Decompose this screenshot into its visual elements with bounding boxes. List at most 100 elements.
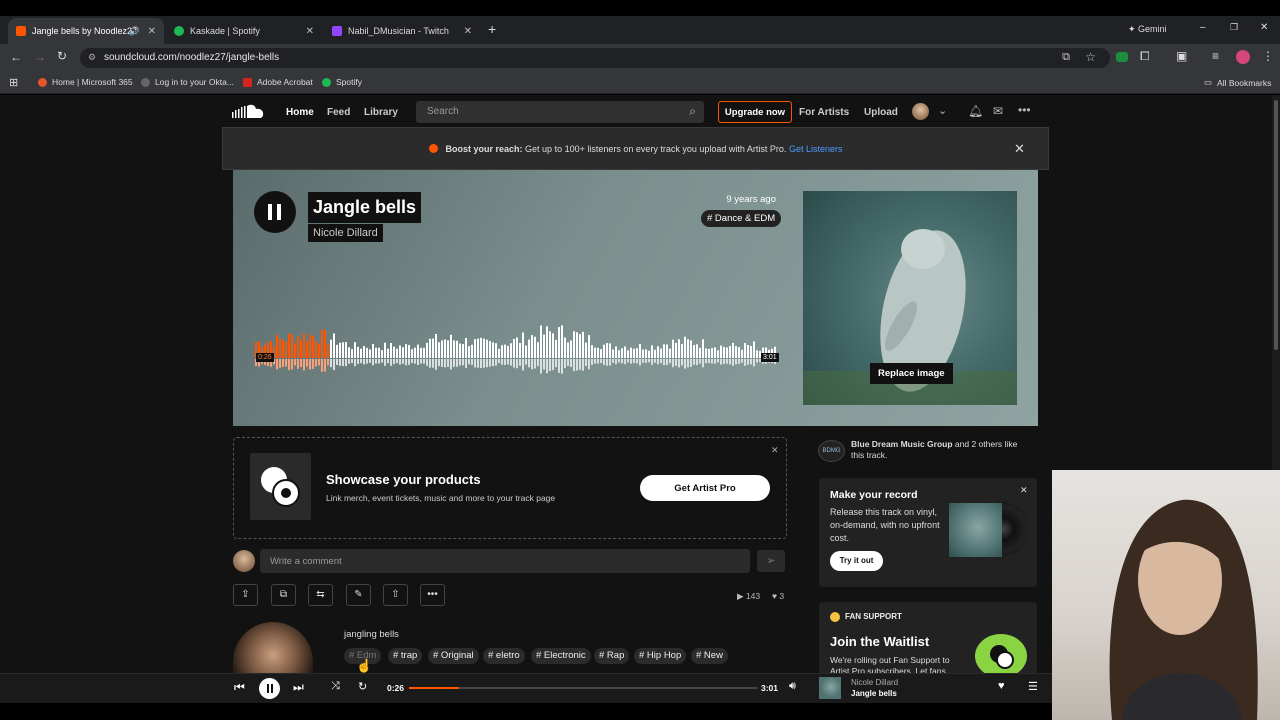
waveform-bar-reflection[interactable] xyxy=(429,359,431,368)
waveform-bar[interactable] xyxy=(612,349,614,358)
waveform-bar-reflection[interactable] xyxy=(360,359,362,364)
waveform-bar-reflection[interactable] xyxy=(576,359,578,371)
waveform-bar[interactable] xyxy=(555,339,557,358)
waveform-bar[interactable] xyxy=(600,349,602,358)
waveform-bar-reflection[interactable] xyxy=(315,359,317,367)
genre-tag[interactable]: # Dance & EDM xyxy=(701,210,782,227)
waveform-bar[interactable] xyxy=(297,336,299,358)
waveform-bar[interactable] xyxy=(510,343,512,358)
waveform-bar[interactable] xyxy=(381,350,383,358)
waveform-bar-reflection[interactable] xyxy=(693,359,695,365)
nav-feed[interactable]: Feed xyxy=(327,107,350,118)
close-icon[interactable]: ✕ xyxy=(1014,141,1025,157)
waveform-bar-reflection[interactable] xyxy=(603,359,605,365)
waveform-bar[interactable] xyxy=(537,342,539,358)
more-icon[interactable]: ••• xyxy=(1018,103,1031,117)
waveform-bar-reflection[interactable] xyxy=(351,359,353,364)
waveform-bar[interactable] xyxy=(465,337,467,358)
waveform-bar[interactable] xyxy=(363,345,365,358)
heart-icon[interactable]: ♥ xyxy=(998,680,1005,692)
waveform-bar-reflection[interactable] xyxy=(717,359,719,363)
waveform-bar[interactable] xyxy=(732,342,734,358)
waveform-bar-reflection[interactable] xyxy=(606,359,608,366)
waveform-bar[interactable] xyxy=(639,343,641,358)
waveform-bar[interactable] xyxy=(348,347,350,358)
waveform-bar-reflection[interactable] xyxy=(384,359,386,366)
waveform-bar[interactable] xyxy=(279,338,281,358)
waveform-bar-reflection[interactable] xyxy=(492,359,494,367)
repost-button[interactable]: ⇆ xyxy=(308,584,333,606)
waveform-bar-reflection[interactable] xyxy=(621,359,623,364)
extension-icon[interactable] xyxy=(1116,52,1128,62)
waveform-bar-reflection[interactable] xyxy=(609,359,611,366)
waveform-bar-reflection[interactable] xyxy=(732,359,734,366)
add-to-next-button[interactable]: ⇧ xyxy=(383,584,408,606)
waveform-bar[interactable] xyxy=(627,350,629,358)
waveform-bar[interactable] xyxy=(417,344,419,358)
waveform-bar-reflection[interactable] xyxy=(366,359,368,364)
waveform-bar-reflection[interactable] xyxy=(507,359,509,365)
waveform-bar[interactable] xyxy=(336,344,338,358)
copy-link-button[interactable]: ⧉ xyxy=(271,584,296,606)
waveform-bar-reflection[interactable] xyxy=(432,359,434,368)
waveform-bar-reflection[interactable] xyxy=(582,359,584,371)
soundcloud-logo-icon[interactable] xyxy=(232,104,264,119)
waveform-bar[interactable] xyxy=(405,344,407,358)
waveform-bar[interactable] xyxy=(579,334,581,358)
waveform-bar-reflection[interactable] xyxy=(399,359,401,365)
waveform-bar[interactable] xyxy=(459,343,461,358)
waveform-bar-reflection[interactable] xyxy=(324,359,326,372)
waveform-bar[interactable] xyxy=(645,349,647,358)
waveform-bar[interactable] xyxy=(339,342,341,358)
waveform-bar[interactable] xyxy=(372,343,374,358)
waveform-bar-reflection[interactable] xyxy=(555,359,557,368)
waveform-bar-reflection[interactable] xyxy=(375,359,377,364)
waveform-bar[interactable] xyxy=(585,342,587,358)
shuffle-icon[interactable]: ⤨ xyxy=(331,680,340,693)
waveform-bar[interactable] xyxy=(723,346,725,358)
gemini-button[interactable]: ✦ Gemini xyxy=(1128,24,1167,35)
waveform-bar[interactable] xyxy=(375,347,377,358)
waveform-bar[interactable] xyxy=(393,346,395,358)
waveform-bar[interactable] xyxy=(492,342,494,358)
waveform-bar[interactable] xyxy=(606,343,608,358)
waveform-bar[interactable] xyxy=(663,344,665,358)
waveform-bar[interactable] xyxy=(558,327,560,358)
minimize-icon[interactable]: – xyxy=(1200,22,1206,33)
waveform-bar[interactable] xyxy=(507,345,509,358)
waveform-bar[interactable] xyxy=(384,342,386,358)
waveform-bar[interactable] xyxy=(540,325,542,358)
waveform-bar[interactable] xyxy=(426,342,428,358)
waveform-bar-reflection[interactable] xyxy=(690,359,692,367)
waveform-bar-reflection[interactable] xyxy=(684,359,686,369)
waveform-bar[interactable] xyxy=(687,339,689,358)
waveform-bar[interactable] xyxy=(549,331,551,358)
waveform-bar[interactable] xyxy=(678,339,680,358)
waveform-bar-reflection[interactable] xyxy=(417,359,419,366)
waveform-bar[interactable] xyxy=(546,326,548,358)
waveform-bar[interactable] xyxy=(528,339,530,358)
waveform-bar-reflection[interactable] xyxy=(321,359,323,372)
waveform-bar-reflection[interactable] xyxy=(309,359,311,370)
waveform-bar[interactable] xyxy=(609,343,611,358)
waveform-bar-reflection[interactable] xyxy=(306,359,308,367)
waveform-bar[interactable] xyxy=(702,339,704,358)
waveform-bar[interactable] xyxy=(615,346,617,358)
waveform-bar-reflection[interactable] xyxy=(465,359,467,369)
site-info-icon[interactable]: ⚙ xyxy=(88,52,96,63)
waveform-bar[interactable] xyxy=(573,331,575,358)
waveform-bar[interactable] xyxy=(720,345,722,358)
waveform-bar-reflection[interactable] xyxy=(597,359,599,364)
liker-name[interactable]: Blue Dream Music Group xyxy=(851,439,953,449)
waveform-bar-reflection[interactable] xyxy=(396,359,398,364)
waveform-bar-reflection[interactable] xyxy=(387,359,389,364)
apps-icon[interactable]: ⊞ xyxy=(9,76,18,89)
player-title[interactable]: Jangle bells xyxy=(851,689,897,698)
user-avatar[interactable] xyxy=(912,103,929,120)
waveform-bar[interactable] xyxy=(738,347,740,358)
waveform-bar-reflection[interactable] xyxy=(354,359,356,367)
edit-button[interactable]: ✎ xyxy=(346,584,371,606)
waveform-bar[interactable] xyxy=(435,333,437,358)
menu-icon[interactable]: ⋮ xyxy=(1262,49,1274,63)
tag[interactable]: # Rap xyxy=(594,648,630,664)
